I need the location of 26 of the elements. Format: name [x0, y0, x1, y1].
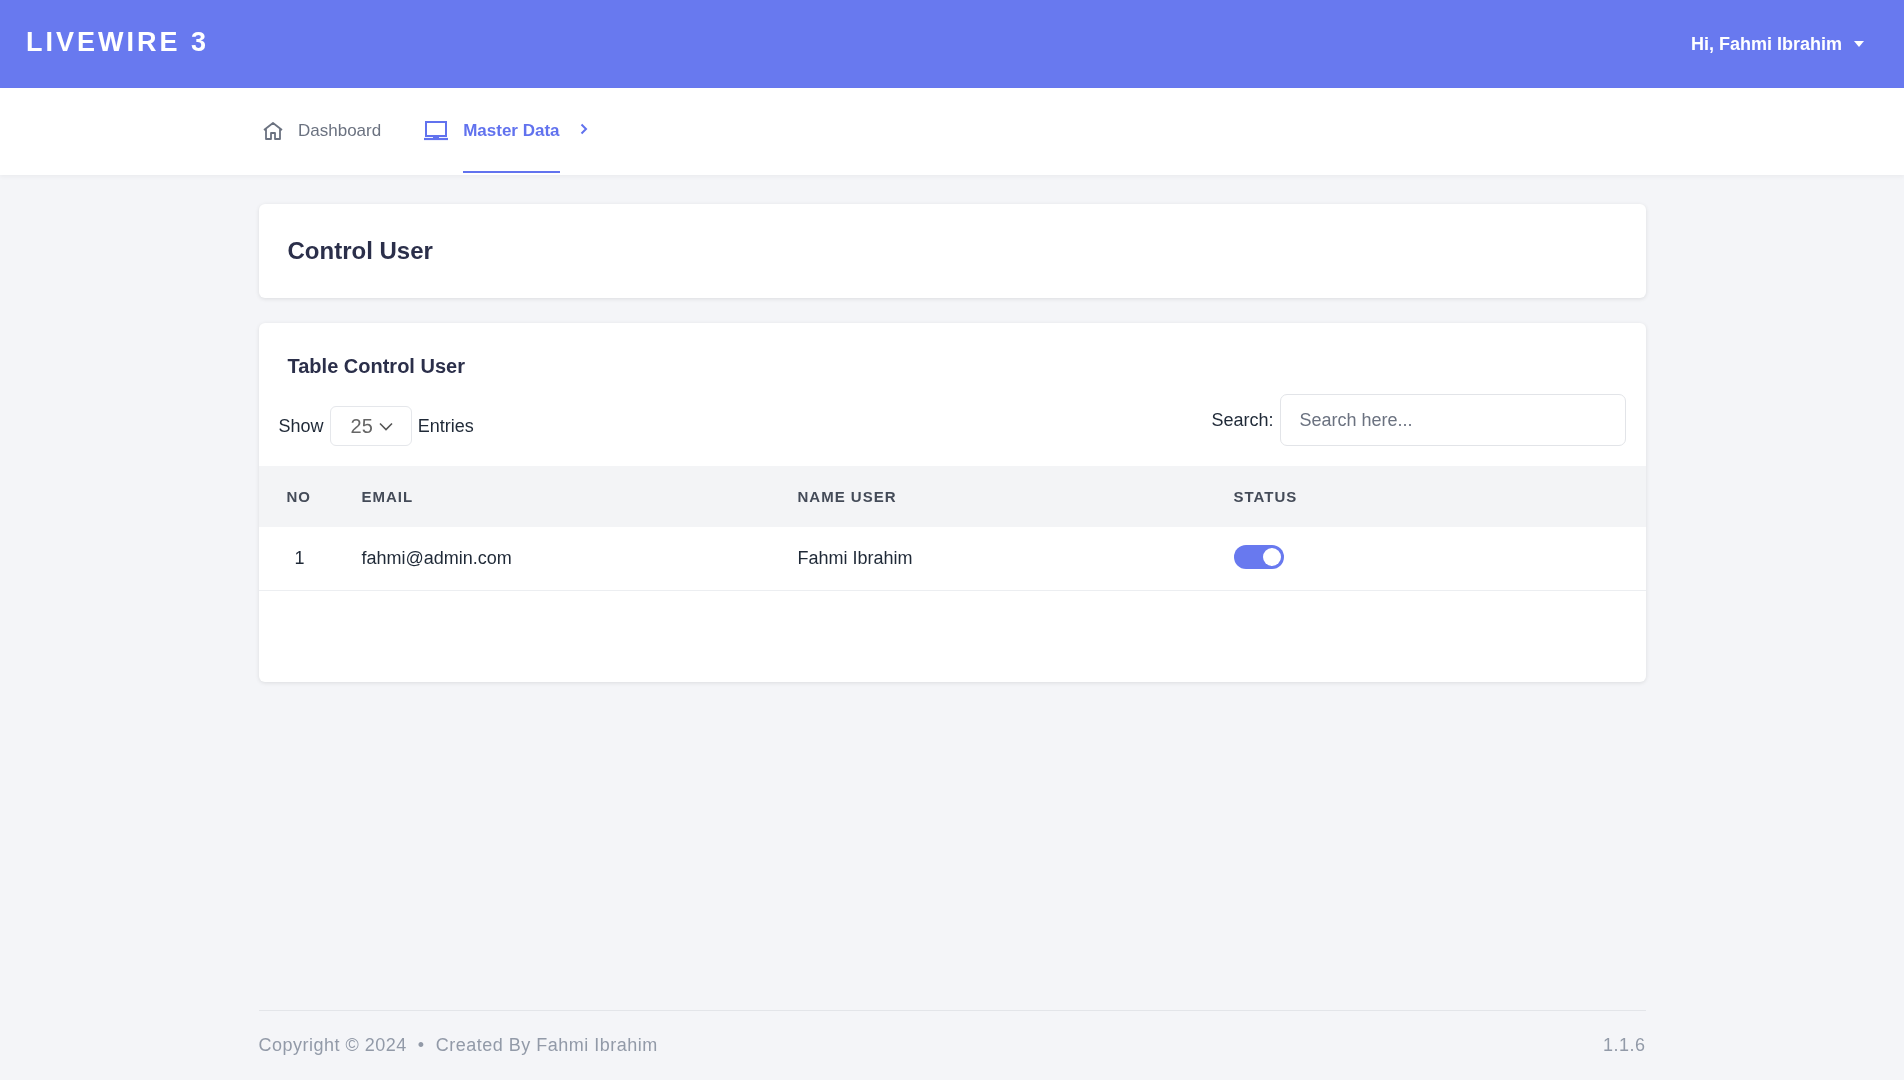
home-icon: [262, 120, 284, 141]
chevron-right-icon: [579, 122, 588, 135]
user-menu[interactable]: Hi, Fahmi Ibrahim: [1690, 33, 1864, 55]
page-title: Control User: [287, 237, 433, 265]
status-toggle[interactable]: [1233, 545, 1284, 570]
table-cell: 1: [258, 527, 361, 591]
column-header: NO: [258, 466, 361, 527]
nav-tab[interactable]: Dashboard: [262, 88, 382, 175]
laptop-icon: [423, 119, 450, 142]
nav-tab[interactable]: Master Data: [423, 88, 588, 175]
version-text: 1.1.6: [1602, 1035, 1646, 1056]
copyright-text: Copyright © 2024 • Created By Fahmi Ibrahim: [258, 1035, 658, 1056]
table-cell: fahmi@admin.com: [360, 527, 797, 591]
search-label: Search:: [1211, 409, 1274, 431]
caret-icon: [1854, 41, 1864, 47]
chevron-down-icon: [378, 421, 393, 431]
column-header: NAME USER: [796, 466, 1233, 527]
show-label: Show: [278, 415, 324, 437]
entries-label: Entries: [417, 415, 474, 437]
brand-logo[interactable]: LIVEWIRE 3: [26, 26, 210, 58]
table-cell: Fahmi Ibrahim: [796, 527, 1233, 591]
column-header: EMAIL: [360, 466, 797, 527]
column-header: STATUS: [1232, 466, 1646, 527]
search-field[interactable]: Search here...: [1279, 394, 1626, 446]
card-title: Table Control User: [287, 355, 466, 378]
page-size-select[interactable]: 25: [329, 406, 412, 446]
